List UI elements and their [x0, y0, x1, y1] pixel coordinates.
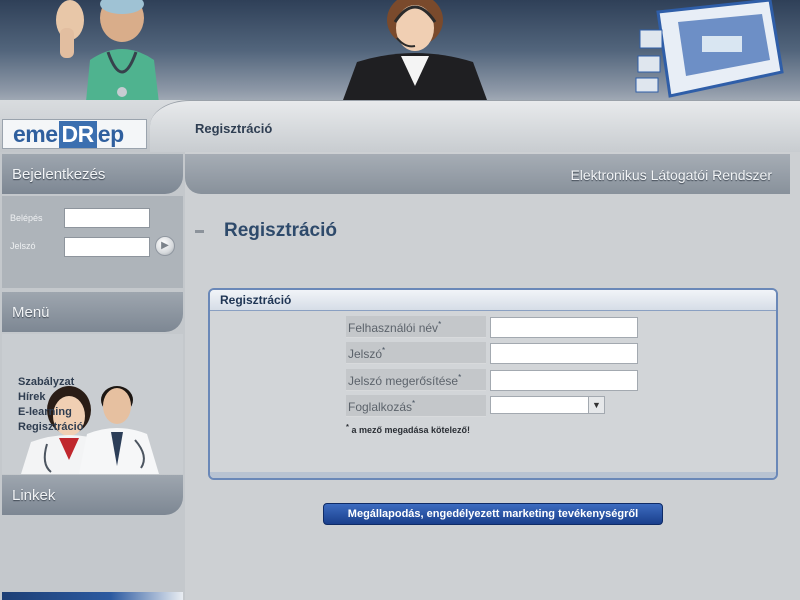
- doctor-ok-sign-image: [56, 0, 160, 112]
- form-footer: [210, 472, 776, 478]
- occupation-label-text: Foglalkozás: [348, 400, 413, 414]
- sidebar-bottom-banner: [2, 592, 183, 600]
- registration-form: Regisztráció Felhasználói név* Jelszó* J…: [208, 288, 778, 480]
- site-logo[interactable]: eme DR ep: [2, 119, 147, 149]
- login-password-label: Jelszó: [10, 241, 36, 251]
- links-list: Szabályzat Hírek E-learning Regisztráció: [18, 375, 83, 435]
- password-input[interactable]: [490, 343, 638, 364]
- password-confirm-input[interactable]: [490, 370, 638, 391]
- link-elearning[interactable]: E-learning: [18, 405, 83, 420]
- header-banner: [0, 0, 800, 112]
- login-section-title: Bejelentkezés: [2, 154, 183, 194]
- password-label-text: Jelszó: [348, 347, 383, 361]
- username-label: Felhasználói név*: [346, 316, 486, 338]
- occupation-select[interactable]: ▼: [490, 396, 605, 414]
- username-input[interactable]: [490, 317, 638, 338]
- system-title: Elektronikus Látogatói Rendszer: [185, 154, 790, 194]
- breadcrumb: Regisztráció: [195, 121, 273, 136]
- login-password-input[interactable]: [64, 237, 150, 257]
- login-panel: Belépés Jelszó ▶: [2, 196, 183, 288]
- menu-section-title: Menü: [2, 292, 183, 332]
- title-bullet-icon: [195, 229, 204, 233]
- username-label-text: Felhasználói név: [348, 321, 439, 335]
- links-section-title: Linkek: [2, 475, 183, 515]
- required-mark: *: [412, 399, 416, 408]
- required-mark: *: [346, 422, 349, 431]
- arrow-right-icon: ▶: [161, 240, 169, 251]
- login-submit-button[interactable]: ▶: [155, 236, 175, 256]
- page-title: Regisztráció: [224, 220, 337, 241]
- required-mark: *: [382, 346, 386, 355]
- link-rules[interactable]: Szabályzat: [18, 375, 83, 390]
- password-confirm-label-text: Jelszó megerősítése: [348, 374, 459, 388]
- form-title: Regisztráció: [210, 290, 776, 311]
- login-username-label: Belépés: [10, 213, 43, 223]
- logo-text-dr: DR: [58, 120, 97, 148]
- login-username-input[interactable]: [64, 208, 150, 228]
- marketing-agreement-button[interactable]: Megállapodás, engedélyezett marketing te…: [323, 503, 663, 525]
- chevron-down-icon[interactable]: ▼: [588, 397, 604, 413]
- occupation-label: Foglalkozás*: [346, 395, 486, 417]
- logo-text-ep: ep: [97, 120, 124, 147]
- required-note: * a mező megadása kötelező!: [346, 422, 470, 435]
- operator-headset-image: [343, 0, 487, 100]
- software-screens-image: [635, 0, 784, 98]
- password-confirm-label: Jelszó megerősítése*: [346, 369, 486, 391]
- link-registration[interactable]: Regisztráció: [18, 420, 83, 435]
- required-mark: *: [458, 373, 462, 382]
- link-news[interactable]: Hírek: [18, 390, 83, 405]
- required-mark: *: [438, 320, 442, 329]
- page-title-row: Regisztráció: [195, 220, 337, 242]
- main-content: Elektronikus Látogatói Rendszer Regisztr…: [185, 152, 800, 600]
- password-label: Jelszó*: [346, 342, 486, 364]
- required-note-text: a mező megadása kötelező!: [351, 425, 470, 435]
- logo-text-eme: eme: [13, 120, 58, 147]
